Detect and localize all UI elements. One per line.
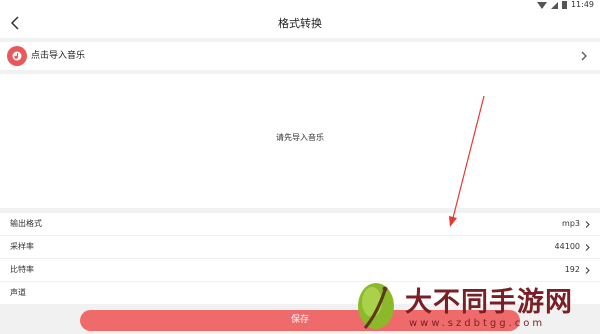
setting-label: 比特率: [10, 265, 34, 274]
watermark-text: 大不同手游网: [405, 287, 573, 318]
page-title: 格式转换: [278, 17, 322, 30]
setting-value: 44100: [554, 242, 580, 251]
setting-label: 声道: [10, 288, 26, 297]
signal-icon: [550, 1, 558, 9]
chevron-left-icon: [10, 16, 19, 30]
setting-label: 输出格式: [10, 219, 42, 228]
app-header: 格式转换: [0, 10, 600, 38]
watermark-url: www.szdbtgg.com: [409, 318, 546, 329]
battery-icon: [561, 1, 567, 9]
back-button[interactable]: [4, 12, 26, 34]
sample-rate-row[interactable]: 采样率 44100: [0, 236, 600, 258]
watermark-leaf-logo: [358, 283, 394, 330]
wifi-icon: [536, 1, 547, 9]
watermark: 大不同手游网 www.szdbtgg.com: [345, 270, 600, 334]
setting-value: mp3: [562, 219, 580, 228]
chevron-right-icon: [585, 244, 590, 251]
status-icons: 11:49: [536, 0, 594, 10]
music-preview-area: 请先导入音乐: [0, 74, 600, 208]
setting-label: 采样率: [10, 242, 34, 251]
chevron-right-icon: [585, 221, 590, 228]
status-time: 11:49: [570, 0, 594, 9]
import-music-row[interactable]: 点击导入音乐: [0, 42, 600, 70]
chevron-right-icon: [581, 51, 587, 61]
import-music-label: 点击导入音乐: [31, 51, 86, 61]
music-note-icon: [7, 46, 27, 66]
output-format-row[interactable]: 输出格式 mp3: [0, 213, 600, 235]
status-bar: 11:49: [0, 0, 600, 10]
preview-hint: 请先导入音乐: [276, 133, 324, 142]
